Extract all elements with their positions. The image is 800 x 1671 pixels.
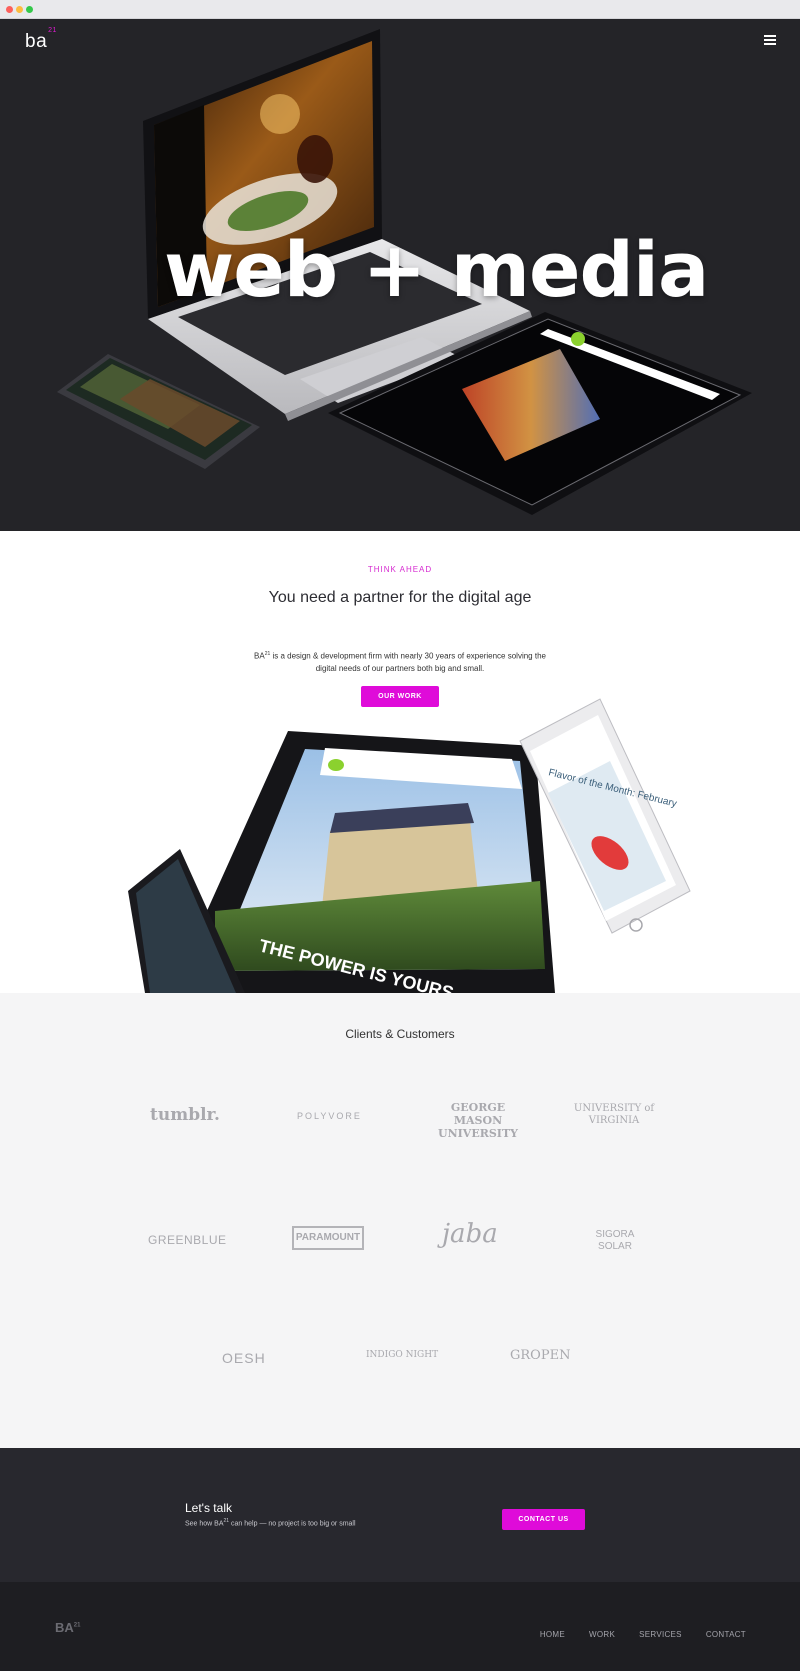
cta-subtitle: See how BA21 can help — no project is to… [185, 1518, 356, 1528]
footer-link-contact[interactable]: CONTACT [706, 1630, 746, 1639]
devices-showcase: THE POWER IS YOURS Flavor of the Month: … [128, 698, 691, 993]
client-logo-uva: UNIVERSITY of VIRGINIA [573, 1103, 655, 1126]
client-logo-sigora: SIGORA SOLAR [595, 1229, 635, 1252]
maximize-window-icon[interactable] [26, 6, 33, 13]
client-logo-george-mason: GEORGE MASON UNIVERSITY [438, 1101, 518, 1140]
client-logo-indigo-night: INDIGO NIGHT [366, 1350, 439, 1360]
lets-talk-section: Let's talk See how BA21 can help — no pr… [0, 1448, 800, 1582]
footer-logo[interactable]: BA21 [55, 1620, 80, 1635]
footer-nav: HOME WORK SERVICES CONTACT [540, 1630, 746, 1639]
minimize-window-icon[interactable] [16, 6, 23, 13]
footer-link-services[interactable]: SERVICES [639, 1630, 682, 1639]
client-logo-oesh: OESH [222, 1350, 266, 1366]
footer-link-work[interactable]: WORK [589, 1630, 615, 1639]
hero-title: web + media [164, 225, 709, 314]
browser-chrome [0, 0, 800, 19]
client-logo-polyvore: POLYVORE [297, 1111, 362, 1121]
cta-title: Let's talk [185, 1501, 232, 1515]
site-footer: BA21 HOME WORK SERVICES CONTACT [0, 1582, 800, 1671]
intro-section: THINK AHEAD You need a partner for the d… [0, 531, 800, 993]
contact-us-button[interactable]: CONTACT US [502, 1509, 585, 1530]
clients-title: Clients & Customers [345, 1027, 455, 1041]
client-logo-greenblue: GREENBLUE [148, 1233, 227, 1247]
footer-link-home[interactable]: HOME [540, 1630, 565, 1639]
client-logo-gropen: GROPEN [510, 1348, 571, 1363]
clients-section: Clients & Customers tumblr. POLYVORE GEO… [0, 993, 800, 1448]
client-logo-tumblr: tumblr. [150, 1105, 220, 1125]
hero-section: ba21 web + media [0, 19, 800, 531]
client-logo-paramount: PARAMOUNT [292, 1226, 364, 1250]
tablet-solar [170, 731, 555, 993]
close-window-icon[interactable] [6, 6, 13, 13]
client-logo-jaba: jaba [442, 1219, 498, 1249]
